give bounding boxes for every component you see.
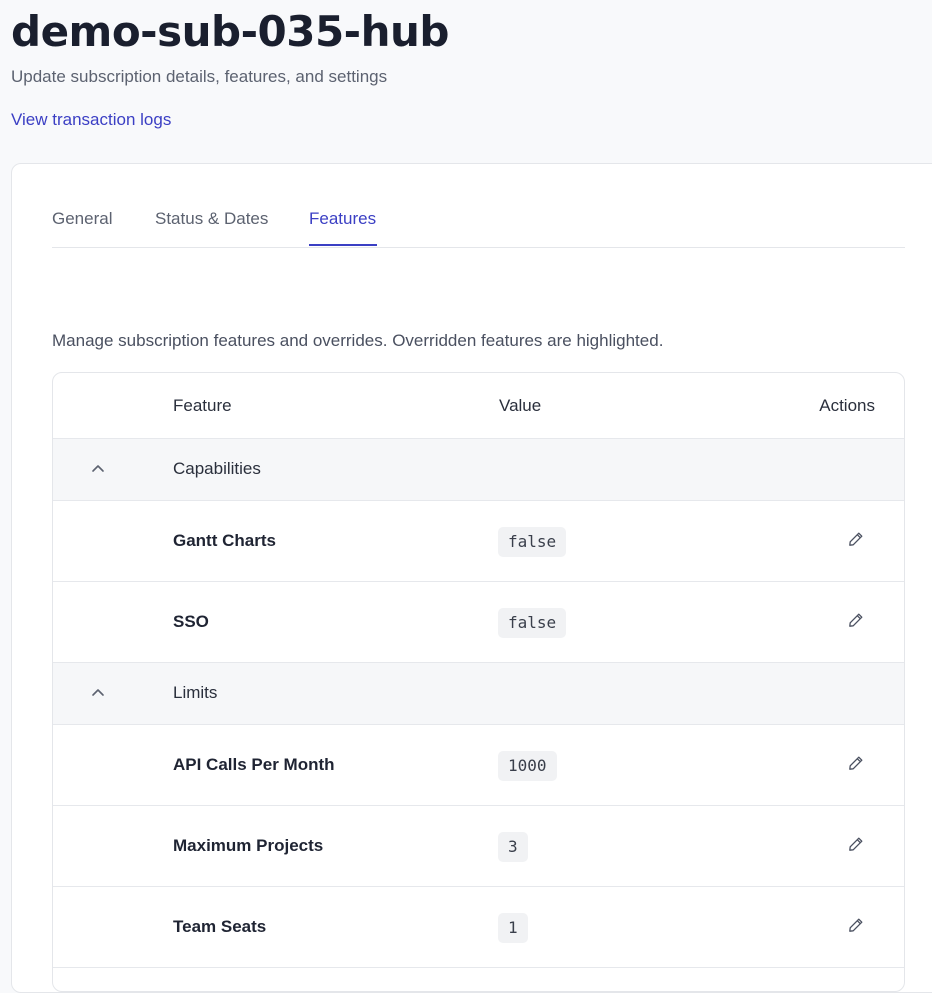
feature-value-badge: false: [498, 527, 567, 557]
tab-features[interactable]: Features: [309, 208, 376, 230]
pencil-icon[interactable]: [848, 612, 864, 628]
feature-name: SSO: [173, 612, 209, 631]
group-label: Capabilities: [173, 459, 261, 478]
column-header-feature: Feature: [173, 396, 232, 415]
pencil-icon[interactable]: [848, 836, 864, 852]
table-row: Team Seats 1: [53, 887, 904, 968]
column-header-value: Value: [499, 396, 542, 415]
page-title: demo-sub-035-hub: [11, 7, 449, 56]
table-row: SSO false: [53, 582, 904, 663]
features-table: Feature Value Actions Capabilities Gantt…: [52, 372, 905, 992]
subscription-card: General Status & Dates Features Manage s…: [11, 163, 932, 993]
view-transaction-logs-link[interactable]: View transaction logs: [11, 109, 171, 131]
feature-value-badge: 1000: [498, 751, 557, 781]
feature-name: Gantt Charts: [173, 531, 276, 550]
table-row: Maximum Projects 3: [53, 806, 904, 887]
pencil-icon[interactable]: [848, 755, 864, 771]
feature-name: API Calls Per Month: [173, 755, 335, 774]
tab-general[interactable]: General: [52, 208, 112, 230]
group-row-limits[interactable]: Limits: [53, 663, 904, 725]
page-subtitle: Update subscription details, features, a…: [11, 67, 388, 86]
chevron-up-icon[interactable]: [91, 463, 105, 473]
chevron-up-icon[interactable]: [91, 687, 105, 697]
table-header-row: Feature Value Actions: [53, 373, 904, 439]
tab-status-dates[interactable]: Status & Dates: [155, 208, 268, 230]
pencil-icon[interactable]: [848, 531, 864, 547]
column-header-actions: Actions: [819, 396, 875, 415]
table-row: Gantt Charts false: [53, 501, 904, 582]
feature-value-badge: 1: [498, 913, 528, 943]
group-row-capabilities[interactable]: Capabilities: [53, 439, 904, 501]
features-description: Manage subscription features and overrid…: [52, 331, 664, 350]
group-label: Limits: [173, 683, 218, 702]
tab-bar: General Status & Dates Features: [52, 164, 905, 248]
feature-name: Maximum Projects: [173, 836, 324, 855]
pencil-icon[interactable]: [848, 917, 864, 933]
feature-value-badge: false: [498, 608, 567, 638]
table-row: API Calls Per Month 1000: [53, 725, 904, 806]
feature-value-badge: 3: [498, 832, 528, 862]
active-tab-indicator: [309, 244, 377, 246]
feature-name: Team Seats: [173, 917, 267, 936]
